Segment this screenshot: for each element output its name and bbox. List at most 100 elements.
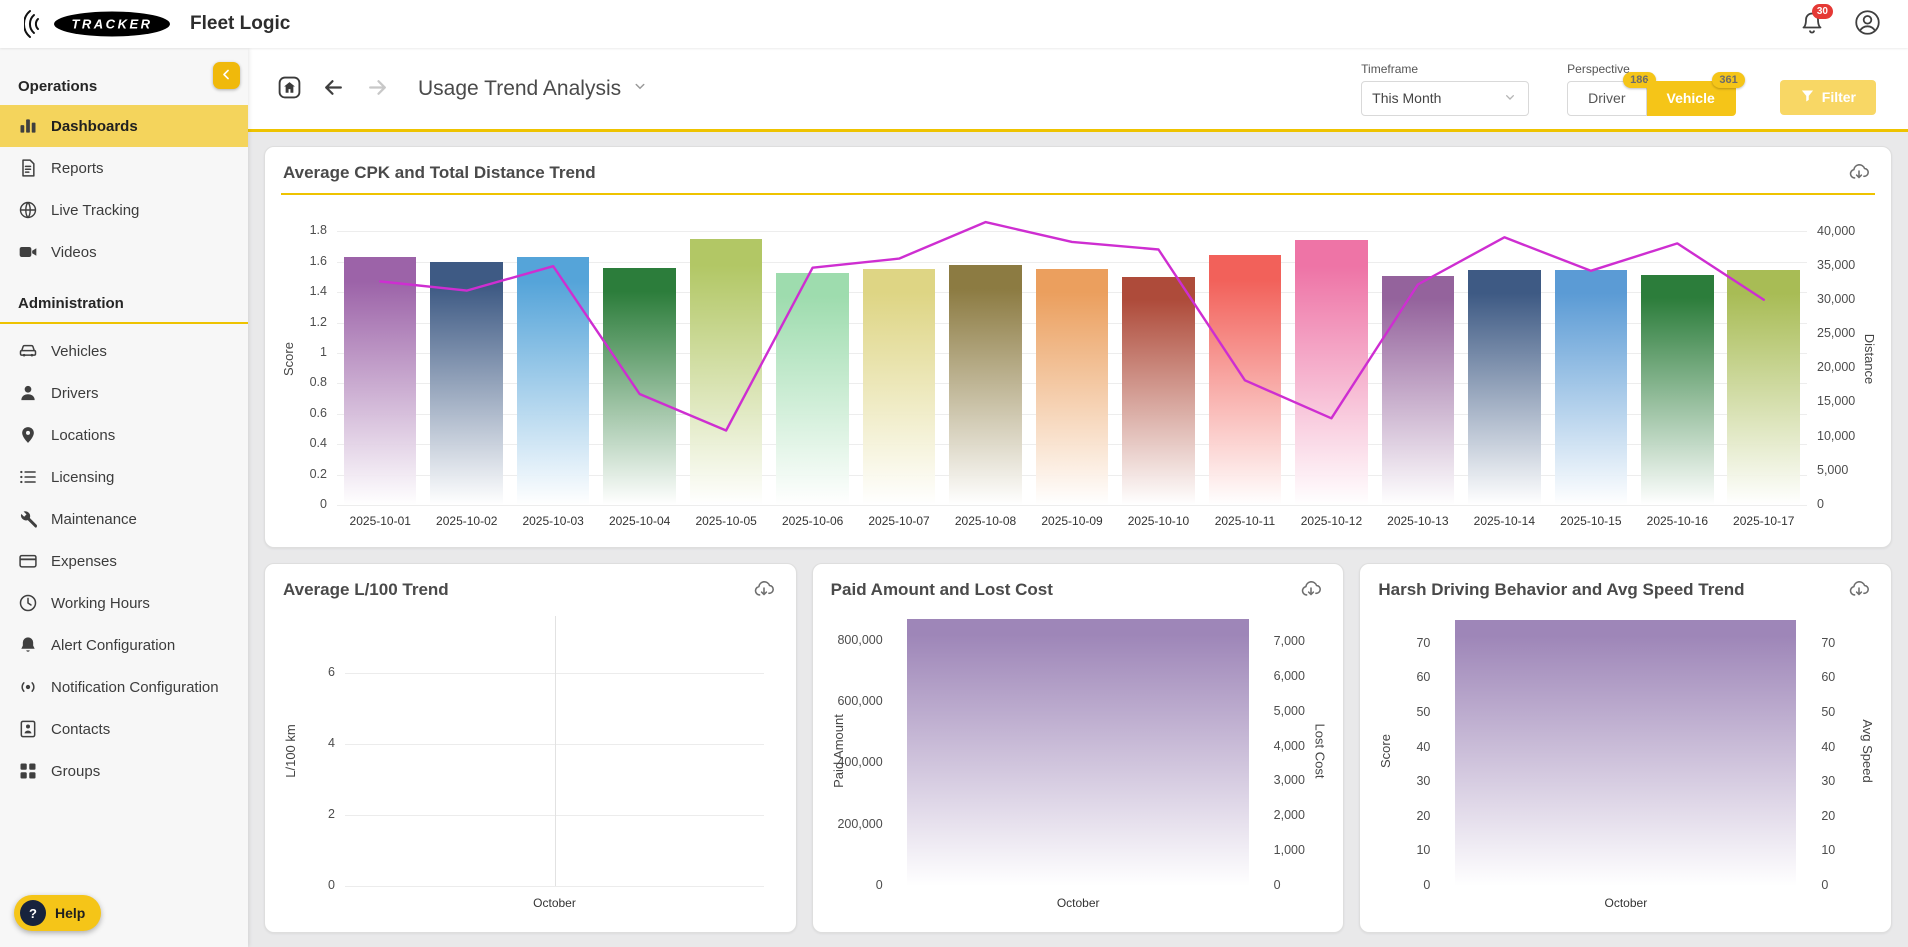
sidebar-item-dashboards[interactable]: Dashboards <box>0 105 248 147</box>
left-axis-tick: 0.8 <box>309 375 327 390</box>
right-axis-tick: 6,000 <box>1273 668 1305 683</box>
left-axis-tick: 800,000 <box>837 632 883 647</box>
notifications-button[interactable]: 30 <box>1800 3 1833 38</box>
perspective-option-driver[interactable]: Driver 186 <box>1567 71 1656 116</box>
left-axis-title: Score <box>1378 734 1394 768</box>
bar-2025-10-03[interactable] <box>516 256 590 505</box>
gridline <box>345 886 764 887</box>
sidebar-item-label: Expenses <box>51 552 117 570</box>
filter-label: Filter <box>1821 89 1856 105</box>
left-axis-tick: 60 <box>1416 670 1431 685</box>
card-l100-trend: Average L/100 Trend 0 2 4 6 L/100 km October <box>264 563 797 933</box>
sidebar-item-alert-configuration[interactable]: Alert Configuration <box>0 624 248 666</box>
home-button[interactable] <box>272 72 306 106</box>
filter-button[interactable]: Filter <box>1779 79 1876 115</box>
bar-2025-10-08[interactable] <box>949 265 1022 505</box>
perspective-toggle: Driver 186 Vehicle 361 <box>1567 71 1745 116</box>
logo-text: TRACKER <box>71 17 152 32</box>
account-button[interactable] <box>1850 7 1884 41</box>
card-paid-lost: Paid Amount and Lost Cost 0 200,000 400,00… <box>811 563 1345 933</box>
export-button[interactable] <box>1297 576 1325 604</box>
x-axis-tick: October <box>1604 896 1648 910</box>
export-button[interactable] <box>1845 159 1873 187</box>
perspective-control: Perspective Driver 186 Vehicle 361 <box>1567 62 1745 116</box>
sidebar-collapse-button[interactable] <box>213 62 240 89</box>
license-icon <box>18 467 38 487</box>
sidebar-item-vehicles[interactable]: Vehicles <box>0 330 248 372</box>
left-axis-tick: 600,000 <box>837 693 883 708</box>
sidebar-item-label: Contacts <box>51 720 111 738</box>
sidebar-item-label: Vehicles <box>51 342 107 360</box>
bar-2025-10-15[interactable] <box>1554 270 1628 505</box>
right-axis-tick: 20 <box>1821 808 1836 823</box>
bar-2025-10-10[interactable] <box>1122 277 1195 505</box>
bar-2025-10-14[interactable] <box>1468 269 1541 505</box>
bar-2025-10-09[interactable] <box>1035 269 1109 505</box>
bar-2025-10-05[interactable] <box>689 239 763 505</box>
sidebar-item-label: Maintenance <box>51 510 137 528</box>
bar-october[interactable] <box>907 619 1249 886</box>
right-axis-tick: 40 <box>1821 739 1836 754</box>
bar-2025-10-17[interactable] <box>1727 270 1800 505</box>
sidebar-item-maintenance[interactable]: Maintenance <box>0 498 248 540</box>
sidebar-item-expenses[interactable]: Expenses <box>0 540 248 582</box>
sidebar-item-label: Drivers <box>51 384 99 402</box>
page-title-dropdown[interactable]: Usage Trend Analysis <box>418 77 649 101</box>
sidebar-item-drivers[interactable]: Drivers <box>0 372 248 414</box>
bar-2025-10-11[interactable] <box>1208 255 1282 505</box>
x-axis-tick: 2025-10-11 <box>1214 514 1276 528</box>
bar-2025-10-02[interactable] <box>430 261 503 505</box>
x-axis-tick: 2025-10-14 <box>1473 514 1536 528</box>
export-button[interactable] <box>1845 576 1873 604</box>
timeframe-value: This Month <box>1372 90 1442 106</box>
funnel-icon <box>1800 88 1815 106</box>
x-axis-tick: 2025-10-16 <box>1646 514 1709 528</box>
left-axis-tick: 30 <box>1416 774 1431 789</box>
sidebar-item-live-tracking[interactable]: Live Tracking <box>0 189 248 231</box>
sidebar-item-locations[interactable]: Locations <box>0 414 248 456</box>
forward-button[interactable] <box>360 72 394 106</box>
left-axis-tick: 6 <box>328 664 335 679</box>
left-axis-tick: 0.6 <box>309 405 327 420</box>
wrench-icon <box>18 509 38 529</box>
right-axis-tick: 7,000 <box>1273 633 1305 648</box>
sidebar-item-working-hours[interactable]: Working Hours <box>0 582 248 624</box>
right-axis-tick: 4,000 <box>1273 738 1305 753</box>
right-axis-tick: 50 <box>1821 704 1836 719</box>
sidebar-item-licensing[interactable]: Licensing <box>0 456 248 498</box>
export-button[interactable] <box>750 576 778 604</box>
arrow-right-icon <box>365 75 390 103</box>
card-title-rule <box>281 193 1875 195</box>
bar-october[interactable] <box>1455 619 1797 886</box>
right-axis-tick: 1,000 <box>1273 843 1305 858</box>
bar-2025-10-12[interactable] <box>1295 240 1368 505</box>
groups-icon <box>18 761 38 781</box>
x-axis-tick: 2025-10-04 <box>608 514 671 528</box>
left-axis-title: Score <box>281 342 296 376</box>
left-axis-tick: 50 <box>1416 704 1431 719</box>
sidebar-item-contacts[interactable]: Contacts <box>0 708 248 750</box>
help-button[interactable]: ? Help <box>14 895 102 931</box>
bar-2025-10-06[interactable] <box>776 273 849 505</box>
sidebar-item-reports[interactable]: Reports <box>0 147 248 189</box>
x-axis-tick: 2025-10-07 <box>868 514 930 528</box>
category-gridline <box>554 616 556 886</box>
right-axis-tick: 70 <box>1821 635 1836 650</box>
sidebar-item-notification-configuration[interactable]: Notification Configuration <box>0 666 248 708</box>
bar-2025-10-07[interactable] <box>862 269 936 505</box>
timeframe-select[interactable]: This Month <box>1361 80 1530 116</box>
bar-2025-10-01[interactable] <box>343 257 417 505</box>
bar-2025-10-16[interactable] <box>1641 274 1714 505</box>
bar-2025-10-13[interactable] <box>1381 275 1455 505</box>
x-axis-tick: 2025-10-15 <box>1560 514 1622 528</box>
sidebar-item-groups[interactable]: Groups <box>0 750 248 792</box>
sidebar-item-videos[interactable]: Videos <box>0 231 248 273</box>
x-axis-tick: 2025-10-05 <box>695 514 757 528</box>
bar-2025-10-04[interactable] <box>603 268 676 505</box>
perspective-option-vehicle[interactable]: Vehicle 361 <box>1646 71 1745 116</box>
left-axis-tick: 200,000 <box>837 816 883 831</box>
home-icon <box>277 75 302 103</box>
x-axis-tick: 2025-10-09 <box>1041 514 1103 528</box>
back-button[interactable] <box>316 72 350 106</box>
right-axis-tick: 2,000 <box>1273 808 1305 823</box>
